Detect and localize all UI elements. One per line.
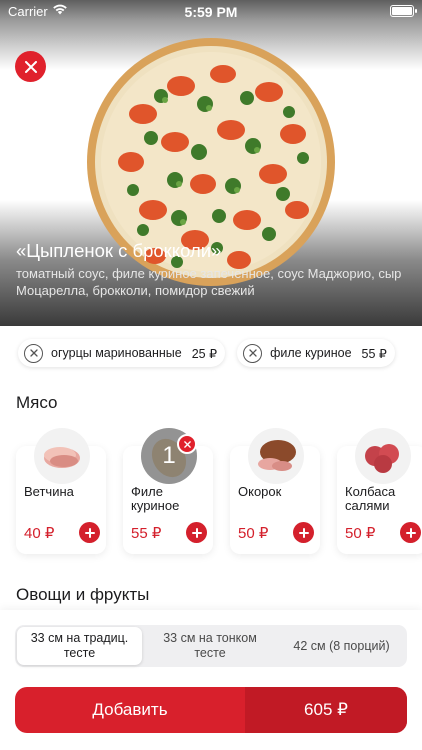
close-icon [24,60,37,73]
size-selector: 33 см на традиц. тесте 33 см на тонком т… [15,625,407,667]
plus-icon [405,527,416,538]
remove-ingredient-button[interactable] [177,434,197,454]
meat-items-list: Ветчина 40 ₽ 1 Филе куриное 55 ₽ Окорок … [16,428,422,556]
chip-price: 55 ₽ [361,346,387,361]
status-time: 5:59 PM [184,4,238,20]
total-price: 605 ₽ [245,687,407,733]
close-icon [183,440,191,448]
status-bar: Carrier 5:59 PM [0,0,422,24]
battery-icon [390,5,417,17]
card-name: Окорок [238,484,282,499]
section-title-vegetables: Овощи и фрукты [16,585,150,604]
size-option-33-thin[interactable]: 33 см на тонком тесте [144,627,276,665]
size-option-42[interactable]: 42 см (8 порций) [278,627,405,665]
salami-image [355,428,411,484]
add-button-label: Добавить [92,700,168,719]
chip-name: филе куриное [270,346,352,360]
card-name: Филе куриное [131,484,180,513]
product-description: томатный соус, филе куриное запечённое, … [16,266,402,298]
selected-ingredients: огурцы маринованные 25 ₽ филе куриное 55… [18,339,395,369]
ingredient-card[interactable]: 1 Филе куриное 55 ₽ [123,428,213,554]
pizza-customization-screen: Carrier 5:59 PM «Цыпленок с брокколи» то… [0,0,422,750]
card-price: 50 ₽ [238,525,269,542]
section-title-meat: Мясо [16,393,58,412]
product-hero: Carrier 5:59 PM «Цыпленок с брокколи» то… [0,0,422,326]
card-price: 55 ₽ [131,525,162,542]
size-option-33-traditional[interactable]: 33 см на традиц. тесте [17,627,142,665]
add-to-cart-button[interactable]: Добавить 605 ₽ [15,687,407,733]
card-name: Колбаса салями [345,484,396,513]
product-title: «Цыпленок с брокколи» [16,240,222,261]
close-button[interactable] [15,51,46,82]
ingredient-card[interactable]: Колбаса салями 50 ₽ [337,428,422,554]
ham-image [34,428,90,484]
add-ingredient-button[interactable] [400,522,421,543]
plus-icon [191,527,202,538]
chip-name: огурцы маринованные [51,346,182,360]
remove-icon[interactable] [24,343,43,363]
plus-icon [298,527,309,538]
remove-icon[interactable] [243,343,263,363]
ingredient-chip[interactable]: огурцы маринованные 25 ₽ [18,339,226,367]
add-ingredient-button[interactable] [186,522,207,543]
add-ingredient-button[interactable] [293,522,314,543]
bottom-panel: 33 см на традиц. тесте 33 см на тонком т… [0,610,422,750]
card-price: 40 ₽ [24,525,55,542]
chip-price: 25 ₽ [191,346,218,361]
ingredient-chip[interactable]: филе куриное 55 ₽ [237,339,395,367]
ingredient-card[interactable]: Окорок 50 ₽ [230,428,320,554]
card-price: 50 ₽ [345,525,376,542]
gammon-image [248,428,304,484]
add-ingredient-button[interactable] [79,522,100,543]
card-name: Ветчина [24,484,74,499]
ingredient-card[interactable]: Ветчина 40 ₽ [16,428,106,554]
plus-icon [84,527,95,538]
